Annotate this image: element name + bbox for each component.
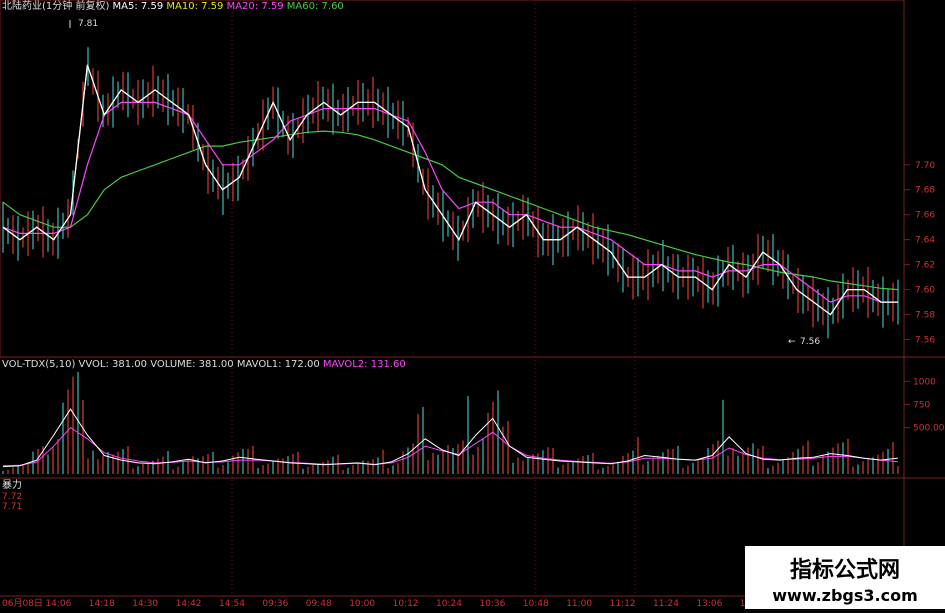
- time-tick-label: 14:42: [176, 599, 202, 609]
- price-tick-label: 7.62: [915, 261, 935, 271]
- chart-canvas[interactable]: 7.70 7.68 7.66 7.64 7.62 7.60 7.58 7.56 1000 750 5…: [0, 0, 945, 609]
- volume-tick-label: 1000: [913, 377, 936, 387]
- ma60-readout: MA60: 7.60: [286, 1, 344, 12]
- volume-readout: VOLUME: 381.00: [150, 359, 234, 370]
- stock-name: 北陆药业(1分钟 前复权): [2, 1, 110, 12]
- ma5-line: [2, 64, 898, 316]
- time-tick-label: 14:18: [89, 599, 115, 609]
- time-tick-label: 10:24: [436, 599, 462, 609]
- price-ma-lines: [2, 64, 899, 316]
- time-tick-label: 11:12: [610, 599, 636, 609]
- time-tick-label: 10:00: [349, 599, 375, 609]
- price-bars: [2, 47, 899, 339]
- mavol2-readout: MAVOL2: 131.60: [322, 359, 406, 370]
- volume-ma-lines: [2, 408, 899, 468]
- time-tick-label: 14:30: [132, 599, 158, 609]
- price-header: 北陆药业(1分钟 前复权) MA5: 7.59 MA10: 7.59 MA20:…: [2, 1, 344, 13]
- time-tick-label: 10:12: [393, 599, 419, 609]
- time-tick-label: 13:06: [696, 599, 722, 609]
- high-annotation: 7.81: [78, 19, 98, 29]
- ma10-readout: MA10: 7.59: [166, 1, 224, 12]
- price-tick-label: 7.56: [915, 336, 935, 346]
- bottom-panel-title: 暴力: [2, 480, 22, 491]
- ma60-line: [2, 130, 899, 291]
- bottom-panel-value-1: 7.72: [2, 492, 23, 502]
- price-panel-frame: [0, 0, 905, 358]
- ma5-readout: MA5: 7.59: [112, 1, 164, 12]
- bottom-panel-value-2: 7.71: [2, 502, 23, 512]
- time-tick-label: 10:36: [479, 599, 505, 609]
- price-tick-label: 7.58: [915, 311, 935, 321]
- mavol1-readout: MAVOL1: 172.00: [236, 359, 320, 370]
- vvol-readout: VVOL: 381.00: [78, 359, 148, 370]
- time-tick-label: 14:54: [219, 599, 245, 609]
- time-tick-label: 11:00: [566, 599, 592, 609]
- volume-tick-label: 750: [913, 400, 930, 410]
- watermark: 指标公式网 www.zbgs3.com: [745, 546, 945, 609]
- time-tick-label: 09:48: [306, 599, 332, 609]
- watermark-title: 指标公式网: [789, 558, 900, 583]
- vol-indicator-name: VOL-TDX(5,10): [2, 359, 76, 370]
- time-tick-label: 11:24: [653, 599, 679, 609]
- volume-header: VOL-TDX(5,10) VVOL: 381.00 VOLUME: 381.0…: [2, 359, 406, 371]
- volume-tick-label: 500.00: [913, 424, 945, 434]
- time-tick-label: 06月08日: [2, 598, 43, 609]
- low-annotation: 7.56: [800, 337, 820, 347]
- low-arrow: ←: [788, 337, 796, 347]
- price-tick-label: 7.64: [915, 236, 935, 246]
- price-tick-label: 7.68: [915, 186, 935, 196]
- ma20-readout: MA20: 7.59: [226, 1, 284, 12]
- bottom-panel-header: 暴力 7.72 7.71: [2, 480, 22, 512]
- axis-labels: 7.70 7.68 7.66 7.64 7.62 7.60 7.58 7.56 1000 750 5…: [2, 161, 945, 609]
- time-tick-label: 10:48: [523, 599, 549, 609]
- price-tick-label: 7.66: [915, 211, 935, 221]
- time-tick-label: 14:06: [45, 599, 71, 609]
- ma20-line: [2, 101, 898, 303]
- stock-chart-window: 7.70 7.68 7.66 7.64 7.62 7.60 7.58 7.56 1000 750 5…: [0, 0, 945, 609]
- time-tick-label: 09:36: [262, 599, 288, 609]
- watermark-url: www.zbgs3.com: [772, 586, 918, 605]
- mavol2-line: [2, 426, 899, 467]
- price-tick-label: 7.70: [915, 161, 935, 171]
- price-tick-label: 7.60: [915, 286, 935, 296]
